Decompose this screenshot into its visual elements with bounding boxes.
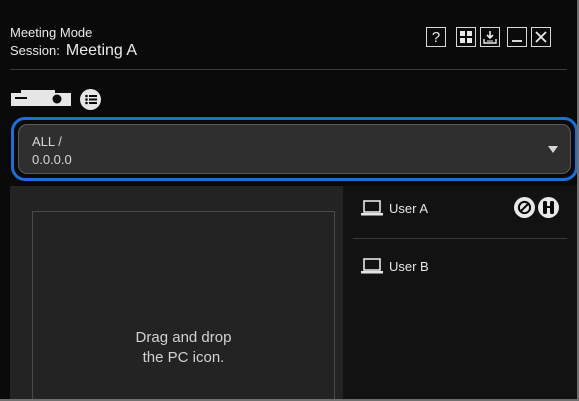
layout-button[interactable] — [456, 27, 476, 47]
group-dropdown[interactable]: ALL / 0.0.0.0 — [18, 124, 571, 174]
stop-icon — [517, 200, 532, 215]
stop-button[interactable] — [514, 197, 535, 218]
help-button[interactable]: ? — [426, 27, 446, 47]
display-panel: Drag and drop the PC icon. — [10, 186, 343, 399]
user-name: User B — [389, 258, 429, 274]
remote-button[interactable] — [538, 197, 559, 218]
user-list: User A User B — [343, 186, 577, 399]
user-divider — [353, 238, 567, 239]
mode-title: Meeting Mode — [10, 25, 93, 40]
download-button[interactable] — [480, 27, 500, 47]
close-icon — [535, 31, 547, 43]
meeting-mode-window: Meeting Mode Session: Meeting A ? ALL / … — [0, 0, 579, 401]
header-divider — [10, 69, 567, 70]
close-button[interactable] — [531, 27, 551, 47]
drop-zone-line2: the PC icon. — [142, 349, 225, 366]
grid-icon — [460, 31, 472, 43]
group-address: 0.0.0.0 — [32, 152, 72, 167]
download-icon — [483, 31, 497, 44]
session-line: Session: Meeting A — [10, 42, 137, 60]
list-icon — [84, 94, 97, 105]
remote-control-icon — [543, 201, 554, 214]
laptop-icon — [361, 200, 383, 216]
minimize-button[interactable] — [507, 27, 527, 47]
list-button[interactable] — [80, 89, 101, 110]
user-item-b[interactable]: User B — [361, 258, 429, 274]
session-name: Meeting A — [65, 42, 138, 59]
group-selector[interactable]: ALL / 0.0.0.0 — [11, 117, 577, 181]
help-icon: ? — [431, 28, 441, 46]
drop-zone-line1: Drag and drop — [135, 329, 232, 346]
user-name: User A — [389, 200, 429, 216]
chevron-down-icon[interactable] — [548, 146, 558, 153]
projector-icon — [11, 90, 71, 106]
laptop-icon — [361, 258, 383, 274]
drop-zone[interactable]: Drag and drop the PC icon. — [32, 211, 335, 399]
session-label: Session: — [10, 43, 60, 58]
user-item-a[interactable]: User A — [361, 200, 428, 216]
projector-button[interactable] — [11, 90, 71, 111]
minimize-icon — [512, 40, 522, 42]
content-area: Drag and drop the PC icon. User A User B — [10, 186, 577, 399]
group-name: ALL / — [32, 134, 62, 149]
